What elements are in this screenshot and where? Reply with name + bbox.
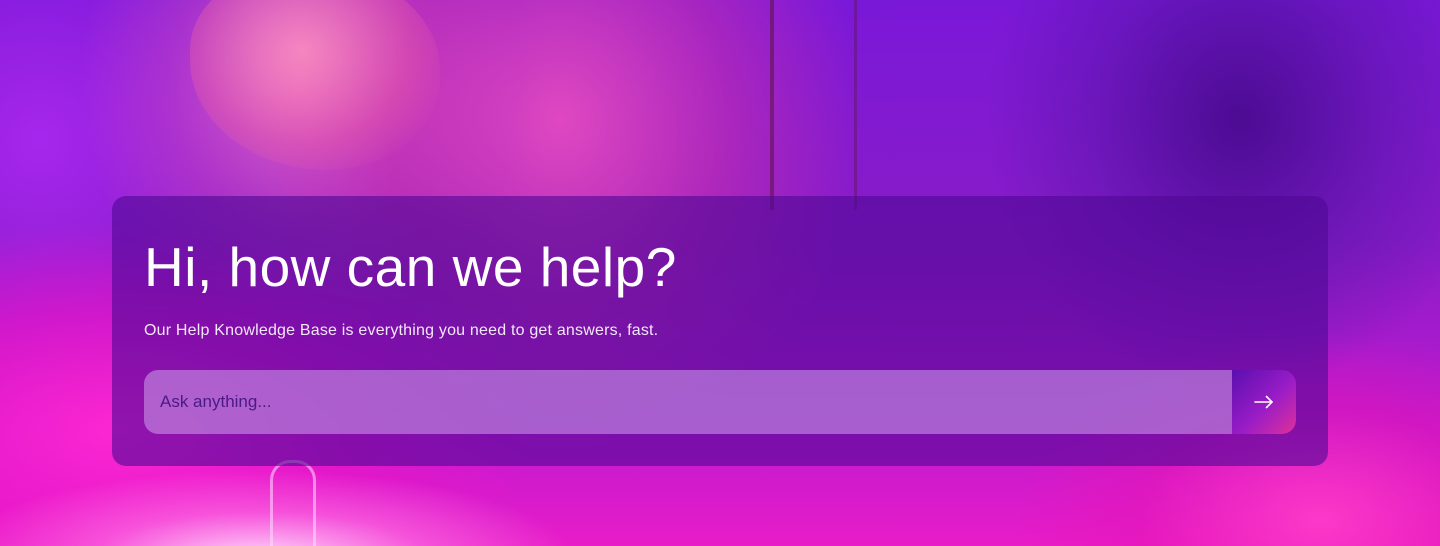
search-input[interactable] — [144, 370, 1232, 434]
page-title: Hi, how can we help? — [144, 236, 677, 298]
arrow-right-icon — [1254, 395, 1274, 409]
hero-photo-cable — [270, 460, 316, 546]
help-search-card: Hi, how can we help? Our Help Knowledge … — [112, 196, 1328, 466]
page-subtitle: Our Help Knowledge Base is everything yo… — [144, 322, 659, 339]
hero-photo-cable-dark — [770, 0, 857, 210]
search-form — [144, 370, 1296, 434]
hero-photo-hand — [190, 0, 440, 170]
search-submit-button[interactable] — [1232, 370, 1296, 434]
